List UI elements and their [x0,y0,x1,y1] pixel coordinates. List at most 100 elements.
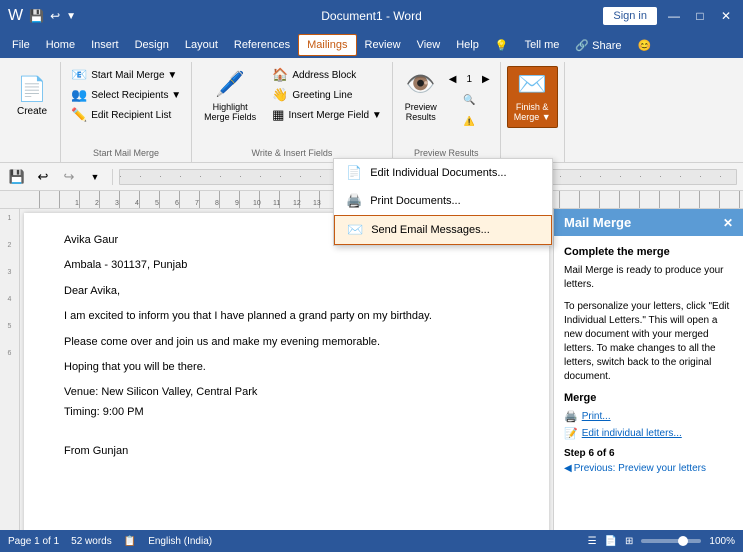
preview-icon: 👁️ [406,71,436,100]
finish-merge-button[interactable]: ✉️ Finish & Merge ▼ [507,66,558,128]
ruler-num-12: 12 [293,200,301,207]
highlight-merge-fields-button[interactable]: 🖊️ Highlight Merge Fields [198,66,262,128]
send-email-icon: ✉️ [347,222,363,238]
prev-record-button[interactable]: ◀ [445,70,461,88]
auto-check-button[interactable]: ⚠️ [460,112,479,130]
prev-step-label: Previous: Preview your letters [574,463,706,474]
edit-individual-link[interactable]: Edit individual letters... [582,428,682,439]
title-bar-left: W 💾 ↩ ▼ [8,7,76,25]
menu-review[interactable]: Review [357,34,409,56]
menu-insert[interactable]: Insert [83,34,127,56]
signin-button[interactable]: Sign in [603,7,657,25]
prev-arrow-icon: ◀ [564,463,572,474]
select-recipients-label: Select Recipients ▼ [91,90,181,101]
ribbon-group-finish: ✉️ Finish & Merge ▼ [501,62,565,162]
quick-access-undo[interactable]: ↩ [50,9,60,23]
preview-results-button[interactable]: 👁️ Preview Results [399,66,443,128]
doc-line-7: Venue: New Silicon Valley, Central Park [64,385,509,400]
document-area[interactable]: Avika Gaur Ambala - 301137, Punjab Dear … [24,213,549,541]
redo-button[interactable]: ↪ [58,166,80,188]
view-print-icon[interactable]: 📄 [605,536,617,547]
create-button[interactable]: 📄 Create [10,66,54,128]
menu-home[interactable]: Home [38,34,83,56]
title-bar: W 💾 ↩ ▼ Document1 - Word Sign in — □ ✕ [0,0,743,32]
maximize-button[interactable]: □ [691,7,709,25]
ribbon-group-create: 📄 Create [4,62,61,162]
greeting-line-button[interactable]: 👋 Greeting Line [268,86,386,104]
mail-merge-icon: 📧 [71,67,87,83]
doc-line-5: Please come over and join us and make my… [64,335,509,350]
menu-layout[interactable]: Layout [177,34,226,56]
panel-title: Mail Merge [564,215,631,230]
send-email-dropdown-item[interactable]: ✉️ Send Email Messages... [334,215,552,245]
detail-text: To personalize your letters, click "Edit… [564,300,733,384]
ribbon-group-preview: 👁️ Preview Results ◀ 1 ▶ 🔍 ⚠️ Preview Re… [393,62,501,162]
create-icon: 📄 [17,76,47,105]
preview-nav-row: ◀ 1 ▶ [445,70,494,88]
edit-individual-dropdown-item[interactable]: 📄 Edit Individual Documents... [334,159,552,187]
highlight-icon: 🖊️ [215,71,245,100]
more-button[interactable]: ▼ [84,166,106,188]
ruler-num-3: 3 [115,200,119,207]
print-link[interactable]: Print... [582,411,611,422]
language[interactable]: English (India) [148,536,212,547]
start-mail-merge-button[interactable]: 📧 Start Mail Merge ▼ [67,66,185,84]
start-mail-merge-label: Start Mail Merge ▼ [91,70,177,81]
menu-face[interactable]: 😊 [630,34,660,56]
menu-references[interactable]: References [226,34,298,56]
edit-recipient-list-label: Edit Recipient List [91,110,171,121]
ruler-num-2: 2 [95,200,99,207]
zoom-slider[interactable] [641,539,701,543]
minimize-button[interactable]: — [665,7,683,25]
select-recipients-button[interactable]: 👥 Select Recipients ▼ [67,86,185,104]
content-area: 1 2 3 4 5 6 Avika Gaur Ambala - 301137, … [0,209,743,545]
edit-individual-icon: 📄 [346,165,362,181]
save-button[interactable]: 💾 [6,166,28,188]
dropdown-menu: 📄 Edit Individual Documents... 🖨️ Print … [333,158,553,246]
insert-field-icon: ▦ [272,107,284,123]
menu-share[interactable]: 🔗 Share [567,34,629,56]
menu-design[interactable]: Design [127,34,177,56]
menu-view[interactable]: View [409,34,449,56]
right-panel-content: Complete the merge Mail Merge is ready t… [554,236,743,545]
menu-file[interactable]: File [4,34,38,56]
menu-tellme[interactable]: Tell me [517,34,568,56]
ruler-num-1: 1 [75,200,79,207]
find-recipient-button[interactable]: 🔍 [459,91,479,109]
next-record-button[interactable]: ▶ [478,70,494,88]
quick-access-save[interactable]: 💾 [29,9,44,23]
view-web-icon[interactable]: ⊞ [625,536,633,547]
zoom-level[interactable]: 100% [709,536,735,547]
edit-list-icon: ✏️ [71,107,87,123]
quick-access-more[interactable]: ▼ [66,11,76,22]
insert-merge-field-button[interactable]: ▦ Insert Merge Field ▼ [268,106,386,124]
address-block-button[interactable]: 🏠 Address Block [268,66,386,84]
proofing-icon[interactable]: 📋 [124,536,136,547]
print-documents-dropdown-item[interactable]: 🖨️ Print Documents... [334,187,552,215]
doc-line-3: Dear Avika, [64,284,509,299]
insert-merge-field-label: Insert Merge Field ▼ [288,110,381,121]
panel-close-icon[interactable]: ✕ [723,216,733,230]
ruler-num-4: 4 [135,200,139,207]
ribbon: 📄 Create 📧 Start Mail Merge ▼ 👥 Select R… [0,58,743,163]
view-read-icon[interactable]: ☰ [588,536,597,547]
right-panel-header: Mail Merge ✕ [554,209,743,236]
undo-button[interactable]: ↩ [32,166,54,188]
edit-link-row: 📝 Edit individual letters... [564,427,733,440]
menu-lightbulb[interactable]: 💡 [487,34,517,56]
ruler-num-5: 5 [155,200,159,207]
title-bar-controls: Sign in — □ ✕ [603,7,735,25]
complete-merge-title: Complete the merge [564,246,733,258]
print-documents-label: Print Documents... [370,195,460,207]
mail-merge-content: 📧 Start Mail Merge ▼ 👥 Select Recipients… [67,66,185,144]
close-button[interactable]: ✕ [717,7,735,25]
step-indicator: Step 6 of 6 [564,448,733,459]
toolbar-separator [112,169,113,185]
page-info: Page 1 of 1 [8,536,59,547]
menu-mailings[interactable]: Mailings [298,34,356,56]
edit-recipient-list-button[interactable]: ✏️ Edit Recipient List [67,106,185,124]
prev-step-link[interactable]: ◀ Previous: Preview your letters [564,463,733,474]
preview-buttons: 👁️ Preview Results ◀ 1 ▶ 🔍 ⚠️ [399,66,494,130]
address-block-label: Address Block [292,70,356,81]
menu-help[interactable]: Help [448,34,487,56]
